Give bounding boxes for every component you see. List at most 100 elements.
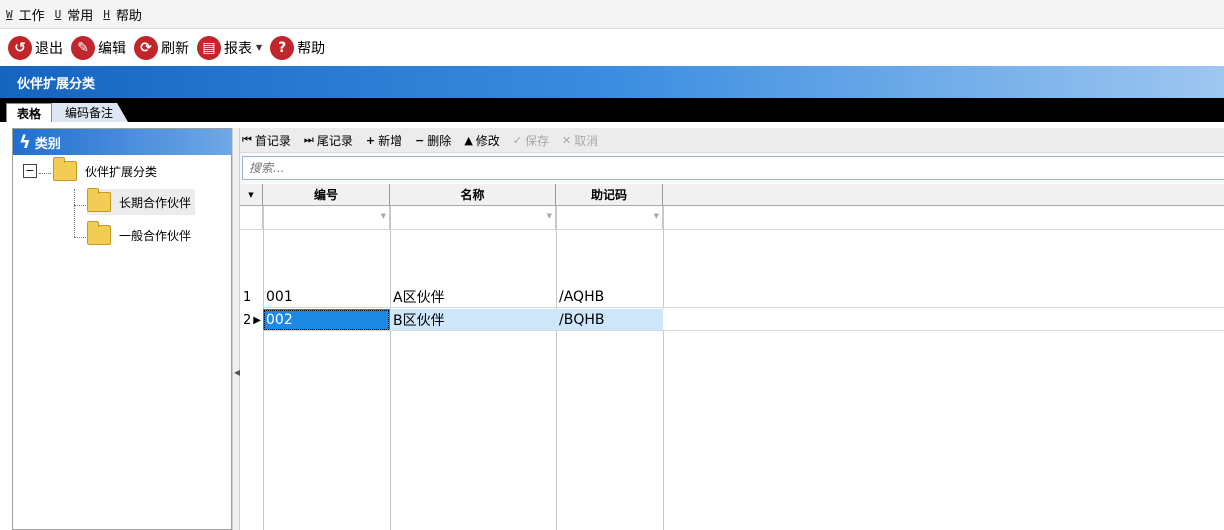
report-button[interactable]: ▤ 报表 ▼ [197,34,262,62]
menu-work[interactable]: W 工作 [6,5,45,24]
folder-icon [87,221,111,245]
add-button[interactable]: + 新增 [366,132,402,149]
tree-node-general-label: 一般合作伙伴 [119,228,192,243]
lightning-icon: ϟ [19,131,31,153]
cell-name[interactable]: A区伙伴 [390,286,556,308]
save-button-label: 保存 [525,133,550,148]
main-toolbar: ↺ 退出 ✎ 编辑 ⟳ 刷新 ▤ 报表 ▼ ? 帮助 [0,29,1224,66]
last-record-label: 尾记录 [316,133,353,148]
grid-filter-name[interactable]: ▼ [390,206,556,230]
tab-table[interactable]: 表格 [6,103,52,122]
tree-node-root-label: 伙伴扩展分类 [85,164,158,179]
menu-common[interactable]: U 常用 [55,5,94,24]
cancel-button[interactable]: ✕ 取消 [562,132,598,149]
cell-mnemonic[interactable]: /BQHB [556,309,663,331]
tree-node-long-term-label: 长期合作伙伴 [119,195,192,210]
window-title: 伙伴扩展分类 [17,76,96,92]
category-panel: ϟ 类别 − 伙伴扩展分类 长期合作伙伴 一般合作伙伴 [12,128,232,530]
tab-code-remarks[interactable]: 编码备注 [50,103,128,122]
save-button[interactable]: ✓ 保存 [513,132,549,149]
cell-code[interactable]: 002 [263,309,390,331]
grid-filter-code[interactable]: ▼ [263,206,390,230]
window-title-bar: 伙伴扩展分类 [0,66,1224,98]
grid-header-code[interactable]: 编号 [263,184,390,206]
tab-code-remarks-label: 编码备注 [64,106,113,120]
menu-common-key: U [54,7,62,21]
grid-header-mnemonic[interactable]: 助记码 [556,184,663,206]
edit-button[interactable]: ✎ 编辑 [71,34,126,62]
last-record-icon: ⏭ [303,133,314,146]
tree-connector [74,237,88,238]
grid-column-line [390,184,391,530]
first-record-label: 首记录 [254,133,291,148]
grid-header-name-label: 名称 [460,188,485,202]
tree-node-root[interactable]: − 伙伴扩展分类 [23,157,158,181]
plus-icon: + [365,133,376,147]
grid-header-name[interactable]: 名称 [390,184,556,206]
panel-splitter[interactable]: ◀ [232,128,240,530]
triangle-up-icon: ▲ [464,133,473,147]
tab-strip: 编码备注 表格 [0,98,1224,122]
chevron-down-icon[interactable]: ▼ [381,212,386,220]
add-button-label: 新增 [378,133,403,148]
grid-header-code-label: 编号 [313,188,338,202]
row-index: 2 ▶ [240,309,263,331]
delete-button-label: 删除 [427,133,452,148]
tree-node-general[interactable]: 一般合作伙伴 [87,221,192,245]
grid-filter-empty [663,206,1224,230]
chevron-down-icon[interactable]: ▼ [547,212,552,220]
first-record-button[interactable]: ⏮ 首记录 [242,132,291,149]
minus-icon: − [415,133,425,147]
collapse-icon[interactable]: − [23,164,37,178]
row-pointer-icon: ▶ [253,314,261,326]
check-icon: ✓ [512,133,523,147]
modify-button[interactable]: ▲ 修改 [464,132,499,149]
tree-node-long-term[interactable]: 长期合作伙伴 [87,188,196,215]
delete-button[interactable]: − 删除 [415,132,451,149]
modify-button-label: 修改 [475,133,500,148]
cell-code[interactable]: 001 [263,286,390,308]
cell-name[interactable]: B区伙伴 [390,309,556,331]
table-row[interactable]: 2 ▶ 002 B区伙伴 /BQHB [240,309,1224,331]
grid-header-empty [663,184,1224,206]
cell-empty [663,286,1224,308]
edit-button-label: 编辑 [98,40,126,57]
tree-connector [74,205,88,206]
grid-column-line [263,184,264,530]
chevron-down-icon[interactable]: ▼ [654,212,659,220]
tab-table-label: 表格 [16,106,41,121]
table-row[interactable]: 1 001 A区伙伴 /AQHB [240,286,1224,308]
refresh-button[interactable]: ⟳ 刷新 [134,34,189,62]
menu-work-label: 工作 [18,8,45,24]
tree-connector-vertical [74,189,75,237]
grid-header-indicator[interactable]: ▼ [240,184,263,206]
grid-filter-indicator [240,206,263,230]
pencil-icon: ✎ [71,35,95,60]
folder-open-icon [87,188,111,212]
grid-toolbar: ⏮ 首记录 ⏭ 尾记录 + 新增 − 删除 ▲ 修改 ✓ 保存 ✕ 取消 [240,128,1224,153]
help-button[interactable]: ? 帮助 [270,34,325,62]
grid-column-line [663,184,664,530]
cell-empty [663,309,1224,331]
grid-panel: ⏮ 首记录 ⏭ 尾记录 + 新增 − 删除 ▲ 修改 ✓ 保存 ✕ 取消 搜索.… [240,128,1224,530]
category-panel-header: ϟ 类别 [13,129,231,155]
menu-help[interactable]: H 帮助 [103,5,142,24]
row-index-label: 2 [243,312,252,328]
chevron-down-icon[interactable]: ▼ [256,43,262,52]
report-button-label: 报表 [224,40,252,57]
data-grid: ▼ 编号 名称 助记码 ▼ ▼ ▼ 1 001 A区伙伴 /AQHB 2 ▶ 0… [240,184,1224,530]
search-input[interactable] [242,156,1224,180]
grid-filter-mnemonic[interactable]: ▼ [556,206,663,230]
cell-mnemonic[interactable]: /AQHB [556,286,663,308]
last-record-button[interactable]: ⏭ 尾记录 [304,132,353,149]
exit-button-label: 退出 [35,40,63,57]
chevron-down-icon: ▼ [248,190,254,199]
row-index: 1 [243,289,252,305]
exit-button[interactable]: ↺ 退出 [8,34,63,62]
grid-header-mnemonic-label: 助记码 [590,188,627,202]
search-bar [240,153,1224,183]
cancel-button-label: 取消 [574,133,599,148]
menu-bar: W 工作 U 常用 H 帮助 [0,0,1224,29]
refresh-icon: ⟳ [134,35,158,60]
help-button-label: 帮助 [297,40,326,57]
